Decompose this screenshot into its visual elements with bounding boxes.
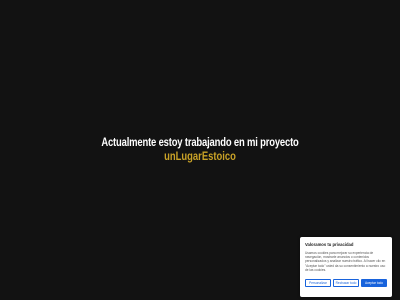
cookie-description: Usamos cookies para mejorar su experienc…: [305, 251, 386, 272]
reject-all-button[interactable]: Rechazar todo: [333, 279, 359, 287]
cookie-consent-banner: Valoramos tu privacidad Usamos cookies p…: [300, 237, 392, 297]
project-name: unLugarEstoico: [164, 151, 236, 163]
hero: Actualmente estoy trabajando en mi proye…: [0, 136, 400, 164]
page: Actualmente estoy trabajando en mi proye…: [0, 0, 400, 300]
hero-heading: Actualmente estoy trabajando en mi proye…: [101, 137, 299, 149]
cookie-actions: Personalizar Rechazar todo Aceptar todo: [305, 279, 387, 287]
customize-button[interactable]: Personalizar: [305, 279, 331, 287]
cookie-title: Valoramos tu privacidad: [305, 242, 354, 247]
accept-all-button[interactable]: Aceptar todo: [361, 279, 387, 287]
